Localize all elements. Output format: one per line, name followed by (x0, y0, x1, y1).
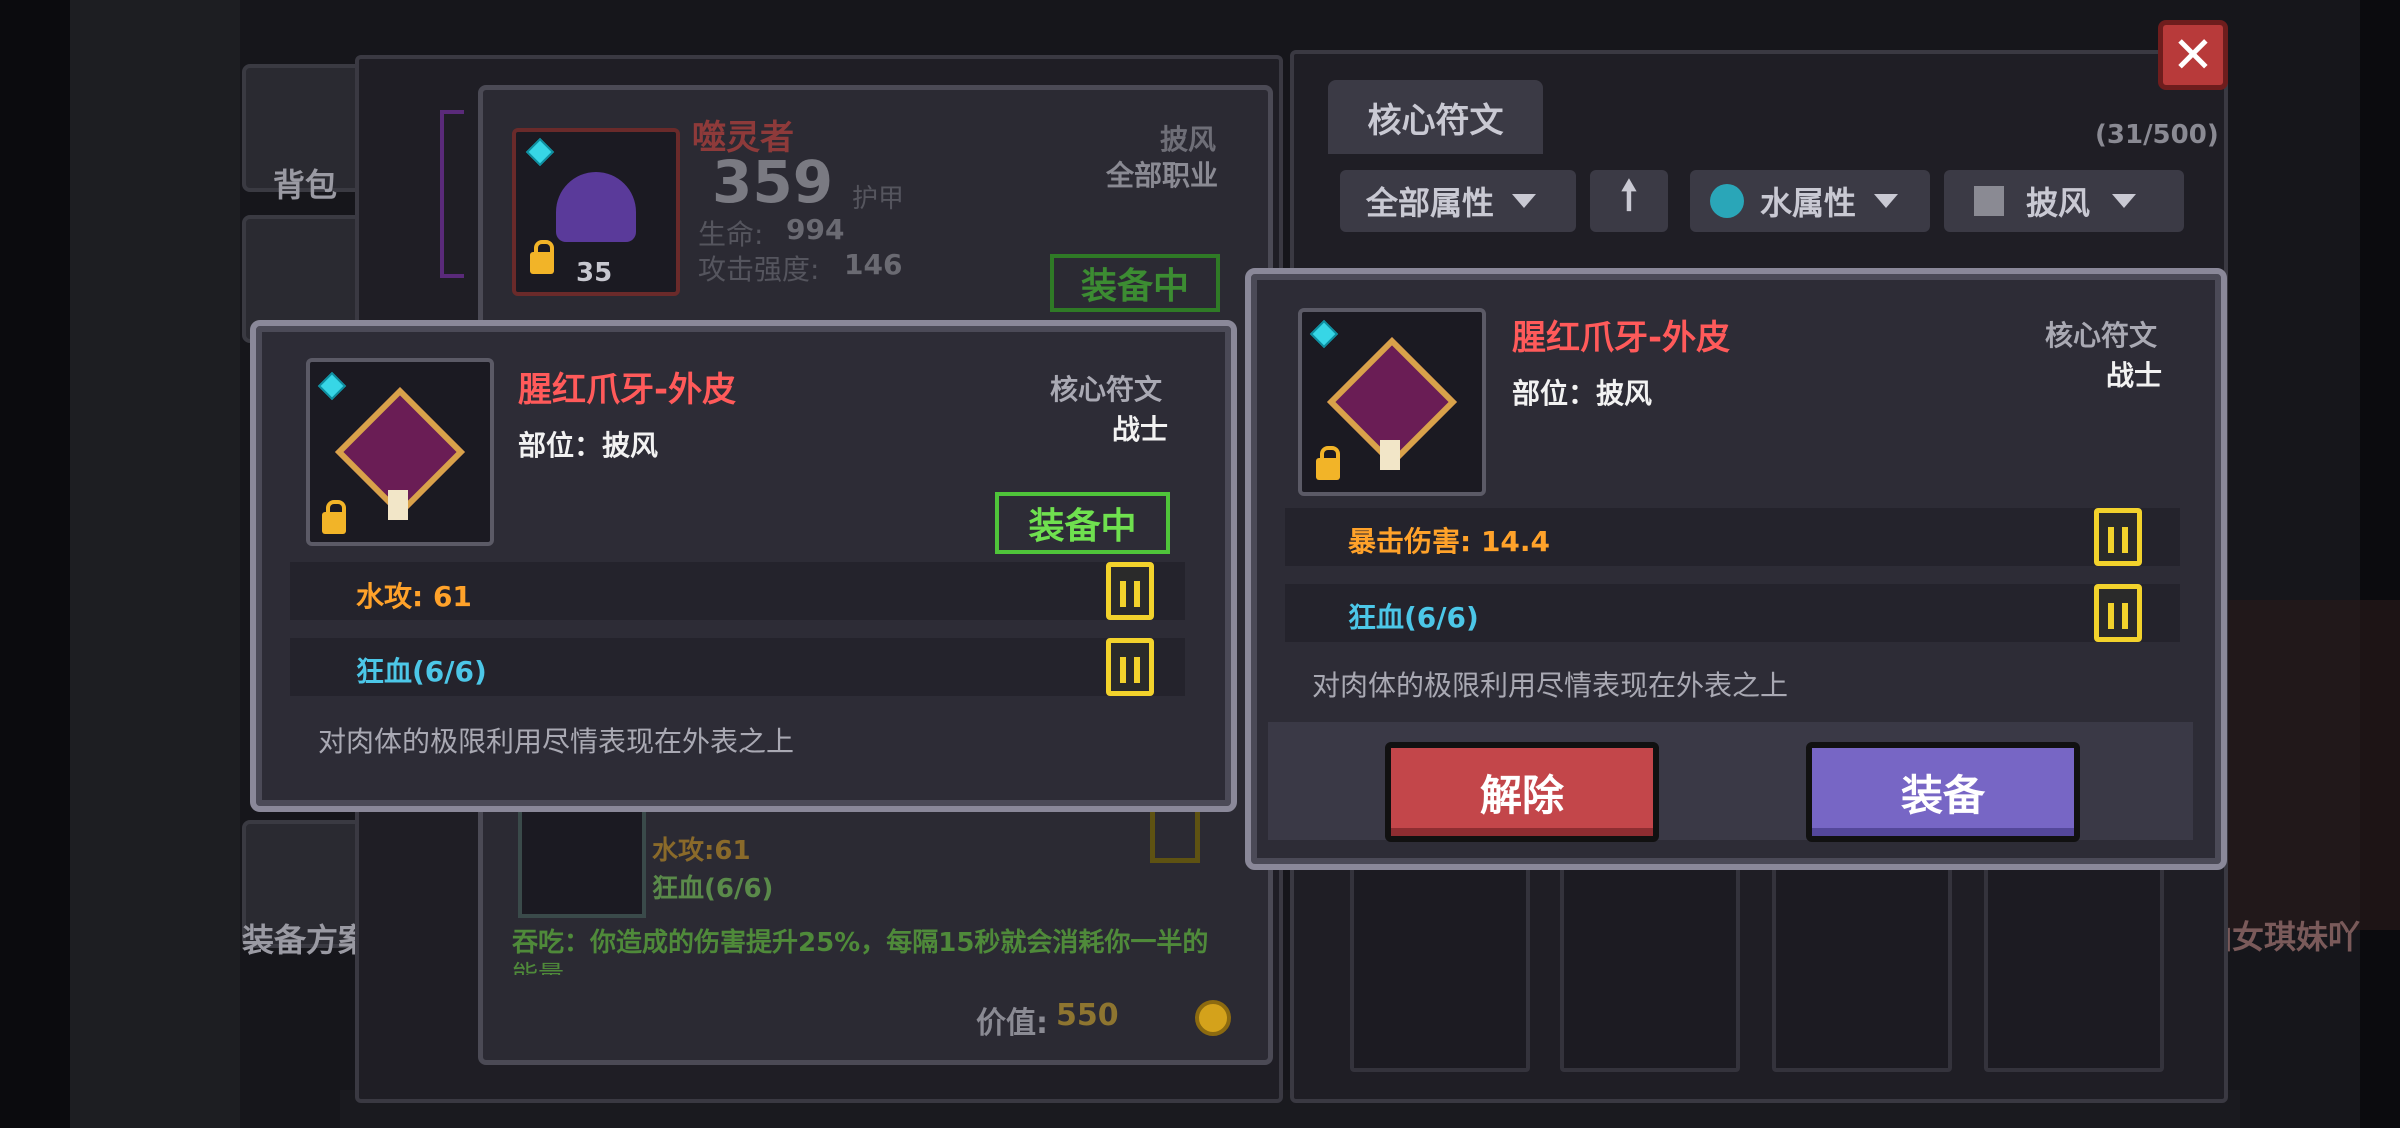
value-label: 价值: (976, 1006, 1048, 1041)
cloak-icon (1974, 186, 2004, 216)
filter-slot-label: 披风 (2026, 184, 2091, 222)
item-level: 35 (576, 258, 613, 288)
arrow-up-icon: 🠕 (1620, 173, 1638, 219)
right-rune-slot: 部位：披风 (1512, 377, 1653, 410)
rune-count: (31/500) (2095, 120, 2219, 150)
rune-slot[interactable] (1560, 852, 1740, 1072)
gem-icon (317, 371, 347, 401)
chevron-down-icon (2112, 194, 2137, 208)
left-rune-slot: 部位：披风 (518, 429, 659, 462)
lock-icon (530, 240, 554, 274)
stat-atk-label: 攻击强度: (698, 253, 820, 286)
water-element-icon (1710, 184, 1744, 218)
equipped-tag-background: 装备中 (1050, 254, 1220, 312)
right-rune-desc: 对肉体的极限利用尽情表现在外表之上 (1312, 669, 1789, 702)
lock-icon (322, 500, 346, 534)
gem-icon (525, 137, 555, 167)
lock-stat-button[interactable] (2094, 508, 2142, 566)
sort-button[interactable]: 🠕 (1590, 170, 1668, 232)
left-rune-class: 战士 (1112, 413, 1169, 446)
rune-slot[interactable] (1350, 852, 1530, 1072)
filter-slot-dropdown[interactable]: 披风 (1944, 170, 2184, 232)
filter-all-label: 全部属性 (1366, 184, 1495, 222)
power-unit: 护甲 (852, 184, 905, 214)
equip-button[interactable]: 装备 (1806, 742, 2080, 842)
equipped-item-desc-2: 能量 (512, 955, 564, 975)
rune-tail-icon (388, 490, 408, 520)
lower-stat-1: 水攻:61 (652, 836, 751, 866)
left-rune-stat-1: 水攻: 61 (356, 580, 472, 613)
stat-hp-value: 994 (786, 213, 845, 246)
left-rune-icon-frame (306, 358, 494, 546)
left-rune-name: 腥红爪牙-外皮 (518, 370, 737, 410)
left-rune-desc: 对肉体的极限利用尽情表现在外表之上 (318, 725, 795, 758)
chevron-down-icon (1512, 194, 1537, 208)
background-stripe (70, 0, 240, 1128)
equipped-item-slot: 披风 (1160, 123, 1217, 156)
side-bracket (440, 110, 464, 278)
lock-stat-button[interactable] (1106, 562, 1154, 620)
right-rune-icon-frame (1298, 308, 1486, 496)
left-rune-type: 核心符文 (1050, 373, 1163, 406)
chevron-down-icon (1874, 194, 1899, 208)
right-rune-type: 核心符文 (2045, 319, 2158, 352)
equipped-item-power: 359 (712, 148, 834, 216)
filter-all-dropdown[interactable]: 全部属性 (1340, 170, 1576, 232)
backpack-label: 背包 (272, 166, 337, 204)
value-amount: 550 (1056, 998, 1119, 1033)
unequip-button[interactable]: 解除 (1385, 742, 1659, 842)
right-rune-stat-2: 狂血(6/6) (1348, 601, 1479, 634)
right-rune-class: 战士 (2106, 359, 2163, 392)
stat-atk-value: 146 (844, 248, 903, 281)
rune-slot[interactable] (1984, 852, 2164, 1072)
equipped-item-class: 全部职业 (1106, 159, 1219, 192)
equipped-item-desc: 吞吃：你造成的伤害提升25%，每隔15秒就会消耗你一半的 (512, 928, 1209, 958)
rune-tail-icon (1380, 440, 1400, 470)
rune-slot[interactable] (1772, 852, 1952, 1072)
tab-core-rune[interactable]: 核心符文 (1328, 80, 1543, 154)
stat-hp-label: 生命: (698, 218, 764, 251)
filter-element-label: 水属性 (1760, 184, 1857, 222)
lock-icon (1316, 446, 1340, 480)
coin-icon (1195, 1000, 1231, 1036)
lower-lock-button[interactable] (1150, 805, 1200, 863)
close-button[interactable]: ✕ (2158, 20, 2228, 90)
lock-stat-button[interactable] (2094, 584, 2142, 642)
left-rune-stat-2: 狂血(6/6) (356, 655, 487, 688)
lock-stat-button[interactable] (1106, 638, 1154, 696)
filter-element-dropdown[interactable]: 水属性 (1690, 170, 1930, 232)
right-rune-name: 腥红爪牙-外皮 (1512, 318, 1731, 358)
equipped-tag: 装备中 (995, 492, 1170, 554)
monster-icon (556, 172, 636, 242)
equipped-item-icon-frame: 35 (512, 128, 680, 296)
gem-icon (1309, 319, 1339, 349)
lower-stat-2: 狂血(6/6) (652, 874, 774, 904)
right-rune-stat-1: 暴击伤害: 14.4 (1348, 525, 1551, 558)
